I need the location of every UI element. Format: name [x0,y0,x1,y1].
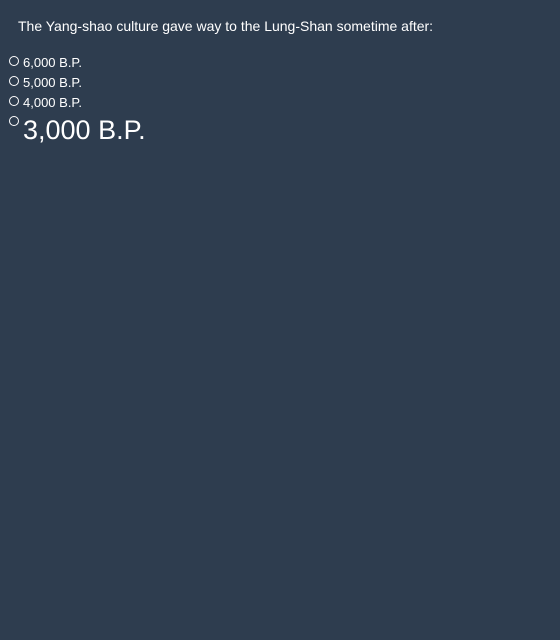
option-label: 6,000 B.P. [23,55,83,70]
option-label: 5,000 B.P. [23,75,83,90]
option-5000-bp[interactable]: 5,000 B.P. [9,74,146,94]
option-label: 3,000 B.P. [23,115,146,145]
radio-button[interactable] [9,76,19,86]
question-text: The Yang-shao culture gave way to the Lu… [18,18,434,34]
radio-button[interactable] [9,116,19,126]
answer-options: 6,000 B.P. 5,000 B.P. 4,000 B.P. 3,000 B… [9,54,146,148]
option-4000-bp[interactable]: 4,000 B.P. [9,94,146,114]
radio-button[interactable] [9,96,19,106]
option-6000-bp[interactable]: 6,000 B.P. [9,54,146,74]
option-label: 4,000 B.P. [23,95,83,110]
option-3000-bp[interactable]: 3,000 B.P. [9,114,146,148]
radio-button[interactable] [9,56,19,66]
